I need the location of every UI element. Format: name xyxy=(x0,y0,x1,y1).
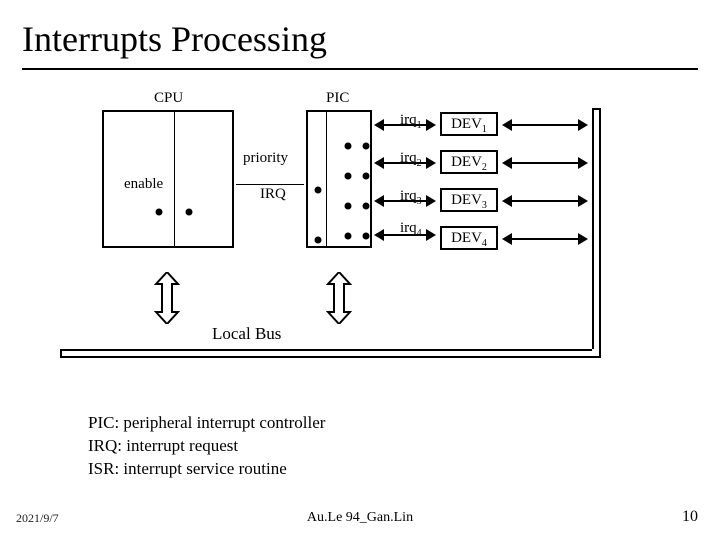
pic-out-dot-3b xyxy=(363,203,370,210)
irq1-label: irq1 xyxy=(400,112,422,131)
cpu-box xyxy=(102,110,234,248)
cpu-dot-1 xyxy=(156,209,163,216)
pic-in-dot-2 xyxy=(315,237,322,244)
glossary-line-2: IRQ: interrupt request xyxy=(88,435,325,458)
irq4-label: irq4 xyxy=(400,220,422,239)
pic-out-dot-4b xyxy=(363,233,370,240)
slide-title: Interrupts Processing xyxy=(0,0,720,60)
irq3-label: irq3 xyxy=(400,188,422,207)
diagram-area: CPU enable PIC priority IRQ irq1 irq2 ir… xyxy=(22,88,698,388)
cpu-dot-2 xyxy=(186,209,193,216)
bus-vertical xyxy=(592,108,601,358)
glossary: PIC: peripheral interrupt controller IRQ… xyxy=(88,412,325,481)
dev4-box: DEV4 xyxy=(440,226,498,250)
glossary-line-1: PIC: peripheral interrupt controller xyxy=(88,412,325,435)
pic-bus-arrow xyxy=(326,272,352,324)
pic-out-dot-1b xyxy=(363,143,370,150)
enable-label: enable xyxy=(124,176,163,193)
footer-center: Au.Le 94_Gan.Lin xyxy=(0,510,720,526)
pic-out-dot-4 xyxy=(345,233,352,240)
pic-out-dot-2 xyxy=(345,173,352,180)
pic-out-dot-3 xyxy=(345,203,352,210)
dev3-box: DEV3 xyxy=(440,188,498,212)
local-bus-label: Local Bus xyxy=(212,324,281,344)
glossary-line-3: ISR: interrupt service routine xyxy=(88,458,325,481)
pic-out-dot-2b xyxy=(363,173,370,180)
pic-inner-divider xyxy=(326,112,327,246)
footer-page-number: 10 xyxy=(682,508,698,526)
cpu-bus-arrow xyxy=(154,272,180,324)
priority-label: priority xyxy=(243,150,288,167)
dev2-box: DEV2 xyxy=(440,150,498,174)
irq-line-underline xyxy=(236,184,304,185)
pic-in-dot-1 xyxy=(315,187,322,194)
dev1-box: DEV1 xyxy=(440,112,498,136)
pic-box xyxy=(306,110,372,248)
cpu-inner-divider xyxy=(174,112,175,246)
cpu-label: CPU xyxy=(154,90,183,107)
irq-label: IRQ xyxy=(260,186,286,203)
pic-out-dot-1 xyxy=(345,143,352,150)
title-divider xyxy=(22,68,698,70)
irq2-label: irq2 xyxy=(400,150,422,169)
bus-corner xyxy=(592,349,601,358)
bus-horizontal xyxy=(60,349,600,358)
pic-label: PIC xyxy=(326,90,349,107)
